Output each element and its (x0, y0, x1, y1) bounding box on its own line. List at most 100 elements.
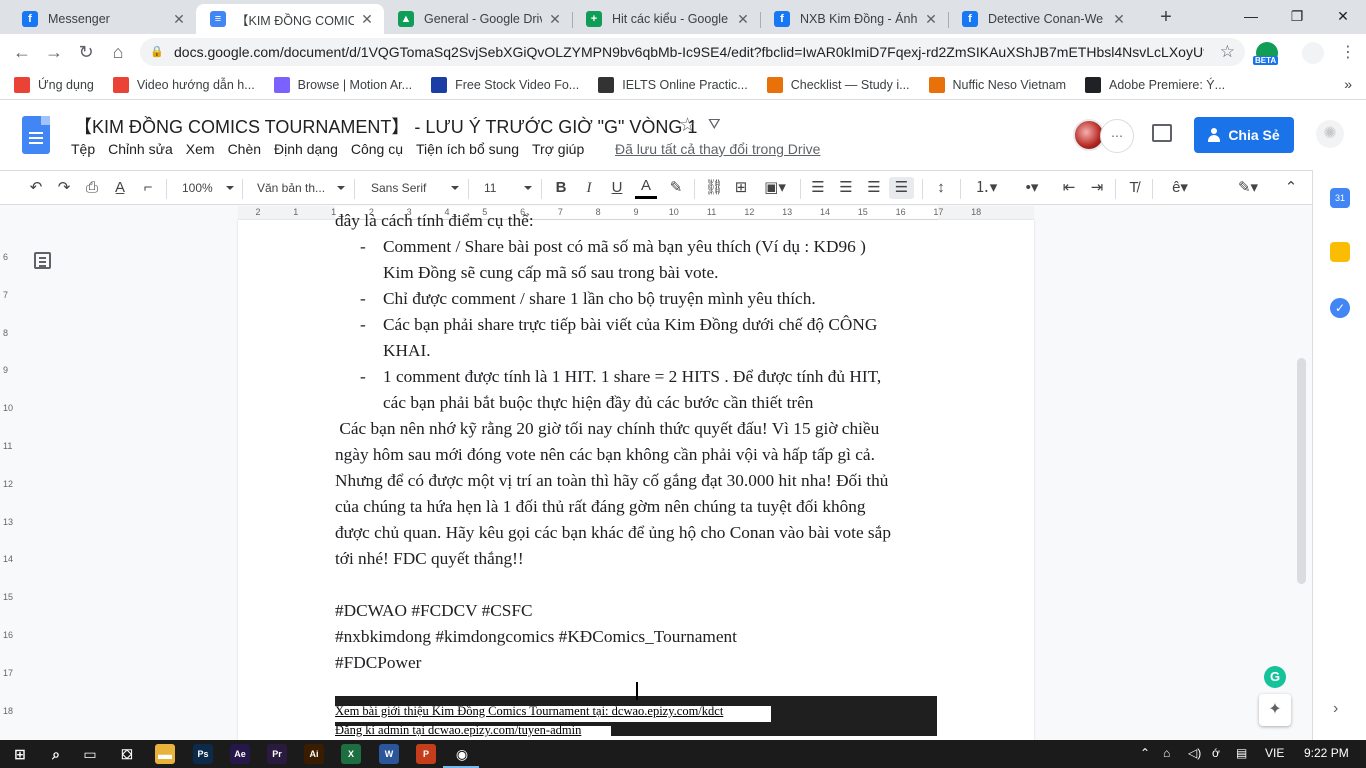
menu-dots-icon[interactable]: ⋮ (1340, 42, 1356, 62)
bookmark-item[interactable]: Adobe Premiere: Ý... (1085, 76, 1225, 93)
grammarly-icon[interactable]: G (1264, 666, 1286, 688)
saved-status[interactable]: Đã lưu tất cả thay đổi trong Drive (615, 141, 820, 157)
powerpoint-icon[interactable]: P (416, 744, 436, 764)
clear-formatting-icon[interactable]: T̸ (1124, 177, 1144, 199)
move-to-drive-icon[interactable]: ⛛ (708, 116, 721, 133)
close-tab-icon[interactable]: ✕ (172, 11, 186, 28)
bookmark-item[interactable]: IELTS Online Practic... (598, 76, 748, 93)
bookmark-item[interactable]: Nuffic Neso Vietnam (928, 76, 1066, 93)
spellcheck-icon[interactable]: A̲ (110, 177, 130, 199)
browser-tab[interactable]: ▲ General - Google Drive ✕ (384, 4, 572, 34)
font-select[interactable]: Sans Serif (371, 177, 459, 199)
menu-item[interactable]: Chỉnh sửa (108, 141, 173, 157)
document-title[interactable]: 【KIM ĐỒNG COMICS TOURNAMENT】 - LƯU Ý TRƯ… (74, 113, 697, 139)
bookmark-item[interactable]: Ứng dụng (14, 76, 94, 93)
forward-icon[interactable]: → (42, 40, 66, 64)
language-indicator[interactable]: VIE (1265, 746, 1284, 760)
vertical-scrollbar[interactable] (1297, 358, 1306, 584)
ime-icon[interactable]: ớ (1212, 746, 1220, 760)
bulleted-list-icon[interactable]: •▾ (1014, 177, 1050, 199)
google-docs-logo-icon[interactable] (22, 116, 50, 154)
notification-icon[interactable]: ▤ (1236, 746, 1247, 760)
align-left-icon[interactable]: ☰ (808, 177, 828, 199)
back-icon[interactable]: ← (10, 40, 34, 64)
editing-mode-icon[interactable]: ✎▾ (1230, 177, 1266, 199)
close-tab-icon[interactable]: ✕ (548, 11, 562, 28)
reload-icon[interactable]: ↻ (74, 40, 98, 64)
photoshop-icon[interactable]: Ps (193, 744, 213, 764)
expand-panel-icon[interactable]: › (1333, 700, 1338, 718)
bookmark-item[interactable]: Browse | Motion Ar... (273, 76, 412, 93)
paint-format-icon[interactable]: ⌐ (138, 177, 158, 199)
network-icon[interactable]: ⌂ (1163, 746, 1170, 760)
browser-tab[interactable]: f NXB Kim Đồng - Ảnh ✕ (760, 4, 948, 34)
close-tab-icon[interactable]: ✕ (360, 11, 374, 28)
explore-icon[interactable]: ✦ (1259, 694, 1291, 726)
align-right-icon[interactable]: ☰ (864, 177, 884, 199)
illustrator-icon[interactable]: Ai (304, 744, 324, 764)
highlight-icon[interactable]: ✎ (665, 177, 687, 199)
share-button[interactable]: Chia Sẻ (1194, 117, 1294, 153)
bold-icon[interactable]: B (551, 177, 571, 199)
collapse-toolbar-icon[interactable]: ⌃ (1281, 177, 1301, 199)
keep-icon[interactable] (1330, 242, 1350, 262)
browser-tab[interactable]: ≡ 【KIM ĐỒNG COMICS TO ✕ (196, 4, 384, 34)
text-color-icon[interactable]: A (635, 177, 657, 199)
windows-start-icon[interactable]: ⊞ (10, 744, 30, 764)
menu-item[interactable]: Tiện ích bổ sung (416, 141, 519, 157)
bookmark-item[interactable]: Checklist — Study i... (766, 76, 910, 93)
align-justify-icon[interactable]: ☰ (889, 177, 914, 199)
close-window-button[interactable]: ✕ (1320, 0, 1366, 32)
premiere-icon[interactable]: Pr (267, 744, 287, 764)
link-icon[interactable]: ⛓ (703, 177, 725, 199)
italic-icon[interactable]: I (579, 177, 599, 199)
bookmarks-overflow-icon[interactable]: » (1344, 76, 1352, 92)
minimize-button[interactable]: — (1228, 0, 1274, 32)
tray-chevron-icon[interactable]: ⌃ (1140, 746, 1150, 760)
menu-item[interactable]: Chèn (228, 141, 261, 157)
add-comment-icon[interactable]: ⊞ (731, 177, 751, 199)
numbered-list-icon[interactable]: ⒈▾ (968, 177, 1004, 199)
zoom-select[interactable]: 100% (182, 177, 234, 199)
file-explorer-icon[interactable]: ▬ (155, 744, 175, 764)
store-icon[interactable]: ⛋ (117, 744, 137, 764)
home-icon[interactable]: ⌂ (106, 40, 130, 64)
new-tab-button[interactable]: + (1155, 6, 1177, 28)
font-size-select[interactable]: 11 (484, 177, 532, 199)
menu-item[interactable]: Tệp (71, 141, 95, 157)
star-icon[interactable]: ☆ (679, 114, 696, 137)
document-outline-icon[interactable] (34, 252, 51, 269)
search-icon[interactable]: ⌕ (46, 744, 66, 764)
redo-icon[interactable]: ↷ (54, 177, 74, 199)
menu-item[interactable]: Định dạng (274, 141, 338, 157)
profile-icon[interactable] (1302, 42, 1324, 64)
print-icon[interactable]: ⎙ (82, 177, 102, 199)
increase-indent-icon[interactable]: ⇥ (1087, 177, 1107, 199)
browser-tab[interactable]: f Detective Conan-We Ar ✕ (948, 4, 1136, 34)
footer-link-admin[interactable]: Đăng kí admin tại dcwao.epizy.com/tuyen-… (335, 723, 581, 738)
menu-item[interactable]: Xem (186, 141, 215, 157)
document-body[interactable]: - Comment / Share bài post có mã số mà bạ… (335, 234, 940, 676)
menu-item[interactable]: Công cụ (351, 141, 403, 157)
tasks-icon[interactable]: ✓ (1330, 298, 1350, 318)
maximize-button[interactable]: ❐ (1274, 0, 1320, 32)
after-effects-icon[interactable]: Ae (230, 744, 250, 764)
browser-tab[interactable]: + Hit các kiểu - Google Tr ✕ (572, 4, 760, 34)
excel-icon[interactable]: X (341, 744, 361, 764)
undo-icon[interactable]: ↶ (26, 177, 46, 199)
volume-icon[interactable]: ◁) (1188, 746, 1201, 760)
input-tools-icon[interactable]: ê▾ (1162, 177, 1198, 199)
calendar-icon[interactable]: 31 (1330, 188, 1350, 208)
underline-icon[interactable]: U (607, 177, 627, 199)
comment-history-icon[interactable] (1152, 124, 1172, 142)
decrease-indent-icon[interactable]: ⇤ (1059, 177, 1079, 199)
meet-icon[interactable]: ⋯ (1100, 119, 1134, 153)
bookmark-item[interactable]: Video hướng dẫn h... (112, 76, 255, 93)
account-avatar[interactable]: ✺ (1316, 120, 1344, 148)
footer-link-kdct[interactable]: Xem bài giới thiệu Kim Đồng Comics Tourn… (335, 704, 723, 719)
close-tab-icon[interactable]: ✕ (1112, 11, 1126, 28)
url-text[interactable]: docs.google.com/document/d/1VQGTomaSq2Sv… (174, 44, 1204, 60)
close-tab-icon[interactable]: ✕ (924, 11, 938, 28)
bookmark-star-icon[interactable]: ☆ (1220, 42, 1235, 62)
line-spacing-icon[interactable]: ↕ (930, 177, 952, 199)
